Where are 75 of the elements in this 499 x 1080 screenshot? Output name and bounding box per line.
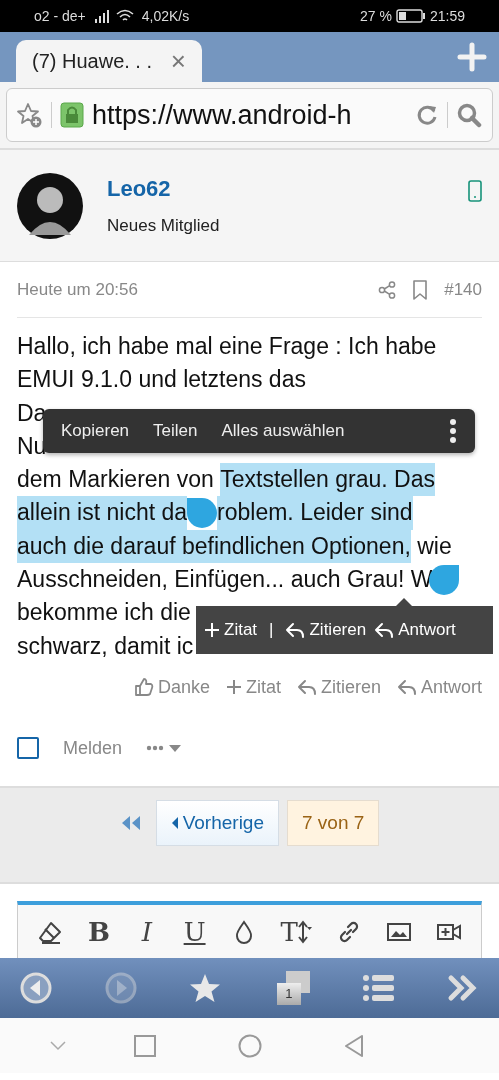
separator: | — [269, 619, 274, 642]
address-field[interactable]: https://www.android-h — [6, 88, 493, 142]
battery-icon — [395, 9, 426, 23]
font-size-button[interactable]: T — [271, 918, 321, 945]
menu-item[interactable]: Teilen — [153, 418, 198, 444]
link-icon[interactable] — [337, 919, 361, 944]
post-text: bekomme ich die — [17, 598, 191, 628]
selection-handle[interactable] — [187, 498, 218, 529]
signal-icon — [93, 9, 112, 23]
menu-item[interactable]: Kopieren — [61, 418, 130, 444]
post-text: allein ist nicht da — [17, 496, 188, 530]
phone-icon — [468, 180, 482, 202]
select-checkbox[interactable] — [17, 737, 39, 759]
share-icon[interactable] — [378, 280, 397, 299]
star-add-icon[interactable] — [17, 102, 43, 128]
lock-icon — [60, 102, 84, 128]
wifi-icon — [115, 9, 134, 23]
post-text: auch die darauf befindlichen Optionen, — [17, 529, 411, 564]
post-action[interactable]: Antwort — [396, 673, 482, 701]
quote-action[interactable]: Zitat — [204, 617, 258, 643]
list-icon[interactable] — [362, 972, 395, 1004]
clock: 21:59 — [429, 6, 465, 26]
url-text: https://www.android-h — [92, 98, 352, 132]
post-text: EMUI 9.1.0 und letztens das — [17, 365, 306, 395]
report-link[interactable]: Melden — [63, 734, 123, 762]
format-button[interactable]: U — [173, 918, 216, 945]
post-number[interactable]: #140 — [444, 276, 482, 303]
post-action[interactable]: Zitieren — [296, 673, 381, 701]
bookmark-icon[interactable] — [412, 279, 429, 300]
post-text: Textstellen grau. Das — [220, 463, 436, 497]
search-icon[interactable] — [456, 102, 482, 128]
post-action[interactable]: Zitat — [225, 673, 281, 701]
recents-icon[interactable] — [134, 1034, 156, 1057]
post-text: schwarz, damit ic — [17, 631, 194, 661]
tabs-button[interactable]: 1 — [273, 971, 310, 1005]
post-text: wie — [416, 531, 452, 561]
quote-action[interactable]: Antwort — [374, 617, 456, 643]
avatar — [17, 172, 83, 239]
reply-icon — [296, 678, 317, 696]
post-text: Hallo, ich habe mal eine Frage : Ich habe — [17, 332, 437, 361]
post-text: dem Markieren von — [17, 465, 215, 495]
chevrons-icon[interactable] — [446, 972, 479, 1004]
back-icon[interactable] — [20, 972, 52, 1004]
format-button[interactable]: B — [78, 918, 120, 945]
home-icon[interactable] — [238, 1033, 262, 1058]
plus-icon — [225, 679, 242, 695]
caret-icon — [170, 816, 179, 830]
plus-icon — [204, 622, 220, 638]
reply-icon — [285, 621, 306, 639]
reply-icon — [396, 678, 417, 696]
menu-item[interactable]: Alles auswählen — [221, 418, 345, 444]
more-icon[interactable] — [449, 418, 457, 444]
close-button[interactable]: × — [170, 41, 186, 81]
arrows-icon — [297, 919, 312, 944]
new-tab-icon[interactable] — [457, 42, 487, 72]
star-icon[interactable] — [189, 972, 222, 1004]
format-button[interactable]: I — [125, 918, 168, 945]
thumbs-up-icon — [133, 677, 154, 697]
username-link[interactable]: Leo62 — [107, 172, 220, 206]
member-rank: Neues Mitglied — [107, 215, 220, 238]
back-nav-icon[interactable] — [344, 1033, 364, 1058]
page-indicator: 7 von 7 — [287, 799, 380, 847]
quote-action[interactable]: Zitieren — [285, 617, 367, 643]
network-speed: 4,02K/s — [141, 6, 190, 26]
eraser-icon[interactable] — [38, 919, 62, 944]
post-date: Heute um 20:56 — [17, 278, 138, 301]
reload-icon[interactable] — [415, 103, 439, 127]
battery-percent: 27 % — [360, 6, 392, 26]
previous-button[interactable]: Vorherige — [155, 799, 279, 847]
collapse-icon[interactable] — [50, 1040, 66, 1051]
post-text: roblem. Leider sind — [217, 496, 413, 530]
post-action[interactable]: Danke — [133, 673, 210, 701]
browser-tab[interactable]: (7) Huawe. . . × — [16, 40, 202, 82]
reply-icon — [374, 621, 395, 639]
carrier-text: o2 - de+ — [34, 6, 86, 26]
